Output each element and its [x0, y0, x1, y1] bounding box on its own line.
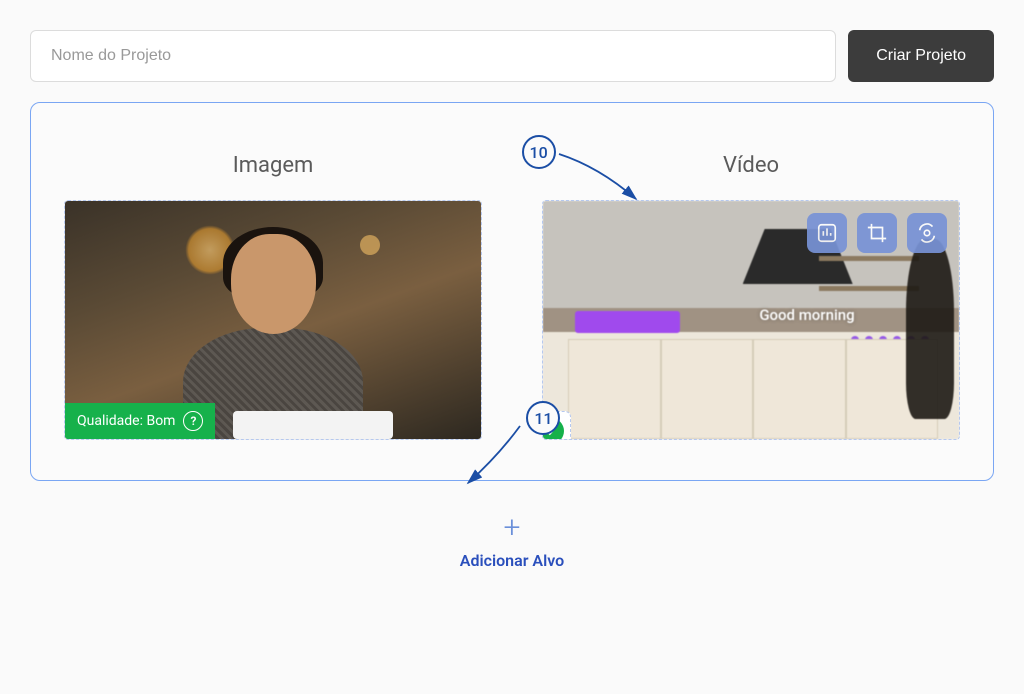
video-media-card[interactable]: Good morning — [542, 200, 960, 440]
image-target-column: Imagem Qualidade: Bom ? — [64, 153, 482, 440]
annotation-11-number: 11 — [526, 401, 560, 435]
crop-icon[interactable] — [857, 213, 897, 253]
project-name-input[interactable] — [30, 30, 836, 82]
help-icon[interactable]: ? — [183, 411, 203, 431]
analytics-icon[interactable] — [807, 213, 847, 253]
quality-badge-text: Qualidade: Bom — [77, 413, 175, 429]
targets-panel: 10 11 Imagem — [30, 102, 994, 481]
add-target-label: Adicionar Alvo — [460, 551, 564, 570]
quality-badge: Qualidade: Bom ? — [65, 403, 215, 439]
image-media-card[interactable]: Qualidade: Bom ? — [64, 200, 482, 440]
video-overlay-text: Good morning — [759, 306, 854, 324]
create-project-button[interactable]: Criar Projeto — [848, 30, 994, 82]
annotation-11: 11 — [526, 401, 560, 435]
replace-icon[interactable] — [907, 213, 947, 253]
annotation-10: 10 — [522, 135, 556, 169]
image-target-label: Imagem — [233, 153, 314, 178]
plus-icon: + — [504, 513, 521, 543]
add-target-button[interactable]: + Adicionar Alvo — [460, 513, 564, 570]
annotation-10-number: 10 — [522, 135, 556, 169]
video-toolbar — [807, 213, 947, 253]
video-target-label: Vídeo — [723, 153, 779, 178]
